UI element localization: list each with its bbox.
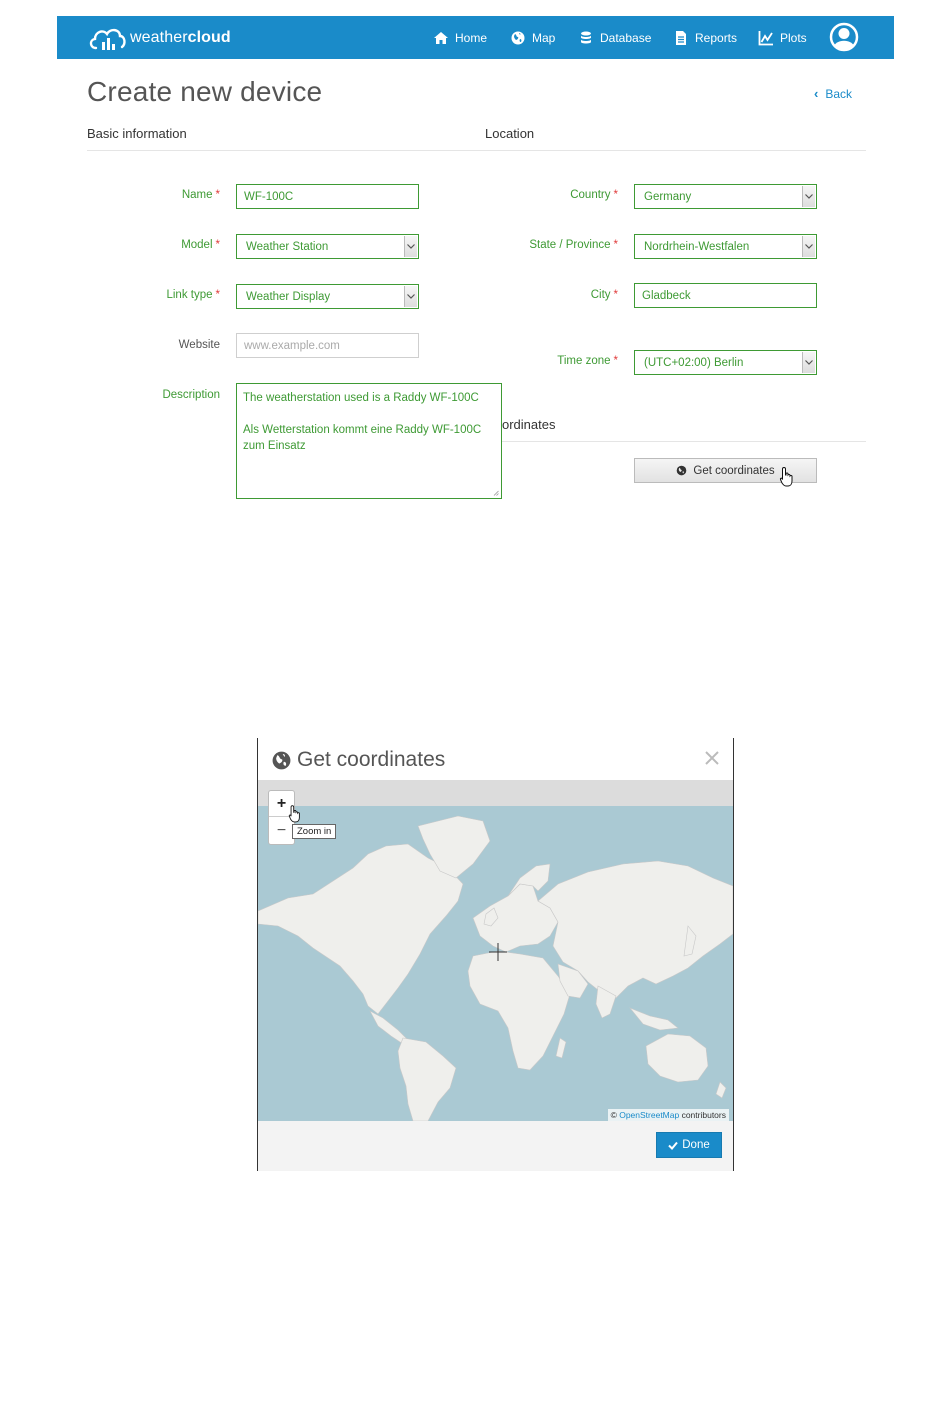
brand-name: weathercloud <box>130 28 231 46</box>
map-tile-band <box>258 780 733 806</box>
city-input[interactable]: Gladbeck <box>634 283 817 308</box>
chevron-down-icon[interactable] <box>404 236 417 257</box>
nav-reports-label: Reports <box>695 31 738 45</box>
world-map-tiles[interactable] <box>258 806 733 1121</box>
chevron-left-icon: ‹ <box>814 86 819 101</box>
link-type-select[interactable]: Weather Display <box>236 284 419 309</box>
nav-map[interactable]: Map <box>510 29 555 47</box>
chevron-down-icon[interactable] <box>802 352 815 373</box>
description-line: The weatherstation used is a Raddy WF-10… <box>243 392 479 404</box>
website-input[interactable]: www.example.com <box>236 333 419 358</box>
section-divider <box>87 150 866 151</box>
nav-reports[interactable]: Reports <box>673 29 737 47</box>
close-icon[interactable] <box>704 750 720 766</box>
timezone-label: Time zone * <box>557 355 618 367</box>
modal-title-text: Get coordinates <box>297 748 446 771</box>
state-select[interactable]: Nordrhein-Westfalen <box>634 234 817 259</box>
brand-logo[interactable]: weathercloud <box>87 22 231 53</box>
back-link[interactable]: ‹ Back <box>814 86 852 101</box>
country-select[interactable]: Germany <box>634 184 817 209</box>
top-navbar: weathercloud Home Map Database Reports P… <box>57 16 894 59</box>
nav-database-label: Database <box>600 31 652 45</box>
map-attribution: © OpenStreetMap contributors <box>607 1109 729 1121</box>
zoom-in-tooltip: Zoom in <box>292 824 337 839</box>
hand-cursor-icon <box>779 466 793 487</box>
globe-icon <box>677 465 687 476</box>
back-label: Back <box>825 86 853 101</box>
done-button[interactable]: Done <box>656 1132 722 1158</box>
chevron-down-icon[interactable] <box>404 286 417 307</box>
section-location: Location <box>485 126 535 141</box>
website-label: Website <box>178 339 220 351</box>
world-map[interactable]: + − Zoom in © OpenStreetMap contributors <box>258 780 733 1121</box>
link-type-label: Link type * <box>166 289 220 301</box>
section-coordinates: ordinates <box>502 417 556 432</box>
database-icon <box>581 31 591 44</box>
description-line: Als Wetterstation kommt eine Raddy WF-10… <box>243 424 482 436</box>
page-title: Create new device <box>87 76 323 107</box>
get-coordinates-modal: Get coordinates + − Zoom in © OpenStreet… <box>257 738 734 1171</box>
user-avatar-icon[interactable] <box>829 22 859 52</box>
nav-database[interactable]: Database <box>578 29 651 47</box>
home-icon <box>434 32 448 44</box>
nav-plots[interactable]: Plots <box>758 29 807 47</box>
check-icon <box>668 1141 679 1150</box>
description-line: zum Einsatz <box>243 440 306 452</box>
cloud-logo-icon <box>89 28 126 50</box>
nav-plots-label: Plots <box>780 31 807 45</box>
nav-map-label: Map <box>532 31 556 45</box>
globe-icon <box>272 751 291 769</box>
modal-title: Get coordinates <box>272 748 445 772</box>
section-divider <box>502 441 866 442</box>
description-label: Description <box>162 389 220 401</box>
chevron-down-icon[interactable] <box>802 186 815 207</box>
hand-cursor-icon <box>288 805 300 823</box>
description-line <box>243 406 495 422</box>
name-label: Name * <box>181 189 220 201</box>
country-label: Country * <box>570 189 618 201</box>
model-label: Model * <box>181 239 220 251</box>
globe-icon <box>511 31 525 45</box>
modal-footer: Done <box>258 1121 733 1171</box>
city-label: City * <box>590 289 618 301</box>
name-input[interactable]: WF-100C <box>236 184 419 209</box>
state-label: State / Province * <box>529 239 618 251</box>
get-coordinates-label: Get coordinates <box>693 464 775 477</box>
chart-line-icon <box>758 31 773 46</box>
description-textarea[interactable]: The weatherstation used is a Raddy WF-10… <box>236 383 502 499</box>
osm-link[interactable]: OpenStreetMap <box>619 1110 679 1120</box>
nav-home[interactable]: Home <box>433 29 487 47</box>
model-select[interactable]: Weather Station <box>236 234 419 259</box>
timezone-select[interactable]: (UTC+02:00) Berlin <box>634 350 817 375</box>
done-label: Done <box>682 1139 710 1151</box>
section-basic-info: Basic information <box>87 126 187 141</box>
resize-handle-icon[interactable] <box>493 490 499 496</box>
chevron-down-icon[interactable] <box>802 236 815 257</box>
report-icon <box>676 31 686 45</box>
nav-home-label: Home <box>455 31 488 45</box>
